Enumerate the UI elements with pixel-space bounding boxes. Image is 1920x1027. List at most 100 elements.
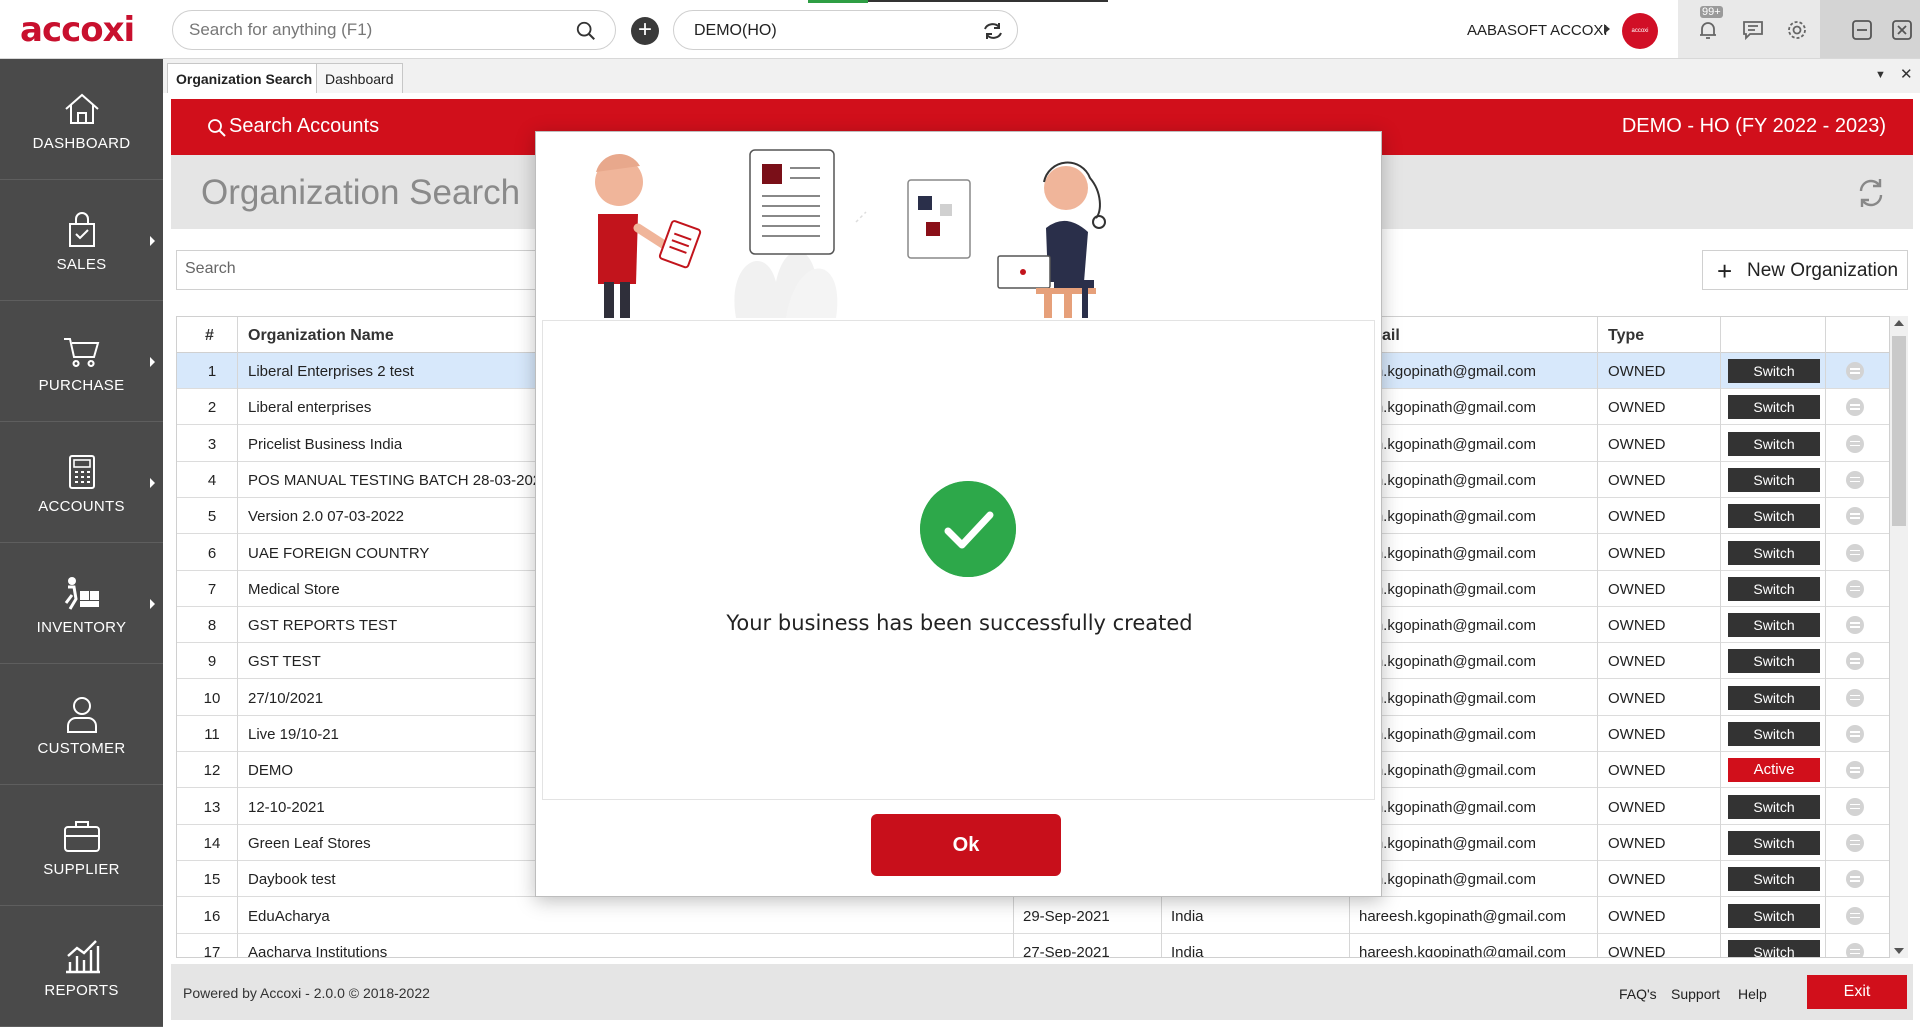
row-menu-icon[interactable] bbox=[1846, 870, 1864, 889]
row-menu-icon[interactable] bbox=[1846, 616, 1864, 635]
column-header-type[interactable]: Type bbox=[1608, 327, 1644, 345]
switch-branch-icon[interactable] bbox=[981, 20, 1005, 42]
table-row[interactable]: 17 Aacharya Institutions 27-Sep-2021 India h… bbox=[177, 934, 1889, 957]
sidebar-item-inventory[interactable]: INVENTORY bbox=[0, 543, 163, 664]
ok-button[interactable]: Ok bbox=[871, 814, 1061, 876]
created-date-cell: 29-Sep-2021 bbox=[1023, 907, 1110, 925]
switch-button[interactable]: Switch bbox=[1728, 830, 1820, 855]
row-number-cell: 1 bbox=[207, 363, 217, 380]
sidebar-item-accounts[interactable]: ACCOUNTS bbox=[0, 422, 163, 543]
organization-search-input[interactable] bbox=[185, 260, 585, 278]
table-scrollbar[interactable] bbox=[1890, 316, 1908, 958]
type-cell: OWNED bbox=[1608, 435, 1666, 453]
exit-button[interactable]: Exit bbox=[1807, 975, 1907, 1009]
switch-button[interactable]: Switch bbox=[1728, 794, 1820, 819]
table-row[interactable]: 16 EduAcharya 29-Sep-2021 India hareesh.kgop… bbox=[177, 898, 1889, 934]
expand-arrow-icon bbox=[150, 357, 155, 367]
plus-icon: + bbox=[1717, 256, 1733, 286]
scroll-up-icon[interactable] bbox=[1894, 320, 1904, 326]
business-illustration bbox=[536, 132, 1381, 318]
gear-icon[interactable] bbox=[1785, 18, 1809, 42]
type-cell: OWNED bbox=[1608, 798, 1666, 816]
success-check-icon bbox=[920, 481, 1016, 577]
sidebar-item-customer[interactable]: CUSTOMER bbox=[0, 664, 163, 785]
refresh-icon[interactable] bbox=[1853, 175, 1889, 211]
help-link[interactable]: Help bbox=[1738, 986, 1767, 1002]
switch-button[interactable]: Switch bbox=[1728, 685, 1820, 710]
search-icon[interactable] bbox=[575, 20, 597, 42]
add-icon[interactable]: + bbox=[631, 17, 659, 45]
tab-dashboard[interactable]: Dashboard bbox=[316, 63, 403, 93]
sidebar-item-reports[interactable]: REPORTS bbox=[0, 906, 163, 1027]
message-icon[interactable] bbox=[1741, 18, 1765, 42]
row-menu-icon[interactable] bbox=[1846, 797, 1864, 816]
bell-icon[interactable] bbox=[1696, 18, 1720, 42]
organization-search-box[interactable] bbox=[176, 250, 596, 290]
row-menu-icon[interactable] bbox=[1846, 434, 1864, 453]
row-menu-icon[interactable] bbox=[1846, 398, 1864, 417]
tab-organization-search[interactable]: Organization Search bbox=[167, 63, 322, 93]
switch-button[interactable]: Switch bbox=[1728, 395, 1820, 420]
global-search-box[interactable] bbox=[172, 10, 616, 50]
branch-selector[interactable]: DEMO(HO) bbox=[673, 10, 1018, 50]
type-cell: OWNED bbox=[1608, 689, 1666, 707]
type-cell: OWNED bbox=[1608, 617, 1666, 635]
sidebar-item-sales[interactable]: SALES bbox=[0, 180, 163, 301]
switch-button[interactable]: Switch bbox=[1728, 431, 1820, 456]
avatar[interactable]: accoxi bbox=[1622, 13, 1658, 49]
row-menu-icon[interactable] bbox=[1846, 761, 1864, 780]
column-header-num[interactable]: # bbox=[205, 327, 214, 345]
row-menu-icon[interactable] bbox=[1846, 362, 1864, 380]
type-cell: OWNED bbox=[1608, 363, 1666, 380]
close-tab-icon[interactable]: ✕ bbox=[1900, 65, 1913, 83]
sidebar-item-label: DASHBOARD bbox=[32, 135, 131, 152]
email-cell: esh.kgopinath@gmail.com bbox=[1359, 617, 1536, 635]
row-menu-icon[interactable] bbox=[1846, 579, 1864, 598]
switch-button[interactable]: Switch bbox=[1728, 576, 1820, 601]
switch-button[interactable]: Switch bbox=[1728, 359, 1820, 383]
support-link[interactable]: Support bbox=[1671, 986, 1720, 1002]
row-menu-icon[interactable] bbox=[1846, 725, 1864, 743]
active-button[interactable]: Active bbox=[1728, 758, 1820, 783]
tab-list-chevron-icon[interactable]: ▼ bbox=[1875, 69, 1886, 81]
organization-name-cell: Liberal Enterprises 2 test bbox=[248, 363, 414, 380]
user-name[interactable]: AABASOFT ACCOXI bbox=[1467, 22, 1608, 39]
faq-link[interactable]: FAQ's bbox=[1619, 986, 1657, 1002]
row-menu-icon[interactable] bbox=[1846, 652, 1864, 671]
email-cell: esh.kgopinath@gmail.com bbox=[1359, 508, 1536, 526]
switch-button[interactable]: Switch bbox=[1728, 540, 1820, 565]
row-menu-icon[interactable] bbox=[1846, 507, 1864, 526]
switch-button[interactable]: Switch bbox=[1728, 722, 1820, 746]
search-icon bbox=[208, 119, 226, 137]
minimize-icon[interactable] bbox=[1850, 18, 1874, 42]
scroll-down-icon[interactable] bbox=[1894, 948, 1904, 954]
type-cell: OWNED bbox=[1608, 471, 1666, 489]
sidebar-item-purchase[interactable]: PURCHASE bbox=[0, 301, 163, 422]
sidebar-item-dashboard[interactable]: DASHBOARD bbox=[0, 59, 163, 180]
column-header-email[interactable]: ail bbox=[1382, 327, 1400, 345]
switch-button[interactable]: Switch bbox=[1728, 649, 1820, 674]
new-organization-button[interactable]: + New Organization bbox=[1702, 250, 1908, 290]
row-menu-icon[interactable] bbox=[1846, 470, 1864, 489]
switch-button[interactable]: Switch bbox=[1728, 613, 1820, 638]
email-cell: esh.kgopinath@gmail.com bbox=[1359, 580, 1536, 598]
switch-button[interactable]: Switch bbox=[1728, 939, 1820, 957]
search-accounts-link[interactable]: Search Accounts bbox=[229, 115, 379, 138]
row-menu-icon[interactable] bbox=[1846, 906, 1864, 925]
close-window-icon[interactable] bbox=[1890, 18, 1914, 42]
column-header-name[interactable]: Organization Name bbox=[248, 327, 394, 345]
scroll-thumb[interactable] bbox=[1892, 336, 1906, 526]
row-menu-icon[interactable] bbox=[1846, 543, 1864, 562]
row-menu-icon[interactable] bbox=[1846, 942, 1864, 957]
switch-button[interactable]: Switch bbox=[1728, 504, 1820, 529]
company-info: DEMO - HO (FY 2022 - 2023) bbox=[1621, 115, 1886, 137]
global-search-input[interactable] bbox=[189, 19, 559, 41]
row-menu-icon[interactable] bbox=[1846, 688, 1864, 707]
switch-button[interactable]: Switch bbox=[1728, 903, 1820, 928]
sidebar-item-supplier[interactable]: SUPPLIER bbox=[0, 785, 163, 906]
expand-arrow-icon bbox=[150, 478, 155, 488]
row-menu-icon[interactable] bbox=[1846, 833, 1864, 852]
switch-button[interactable]: Switch bbox=[1728, 867, 1820, 892]
switch-button[interactable]: Switch bbox=[1728, 467, 1820, 492]
user-menu-caret-icon[interactable] bbox=[1604, 24, 1610, 34]
